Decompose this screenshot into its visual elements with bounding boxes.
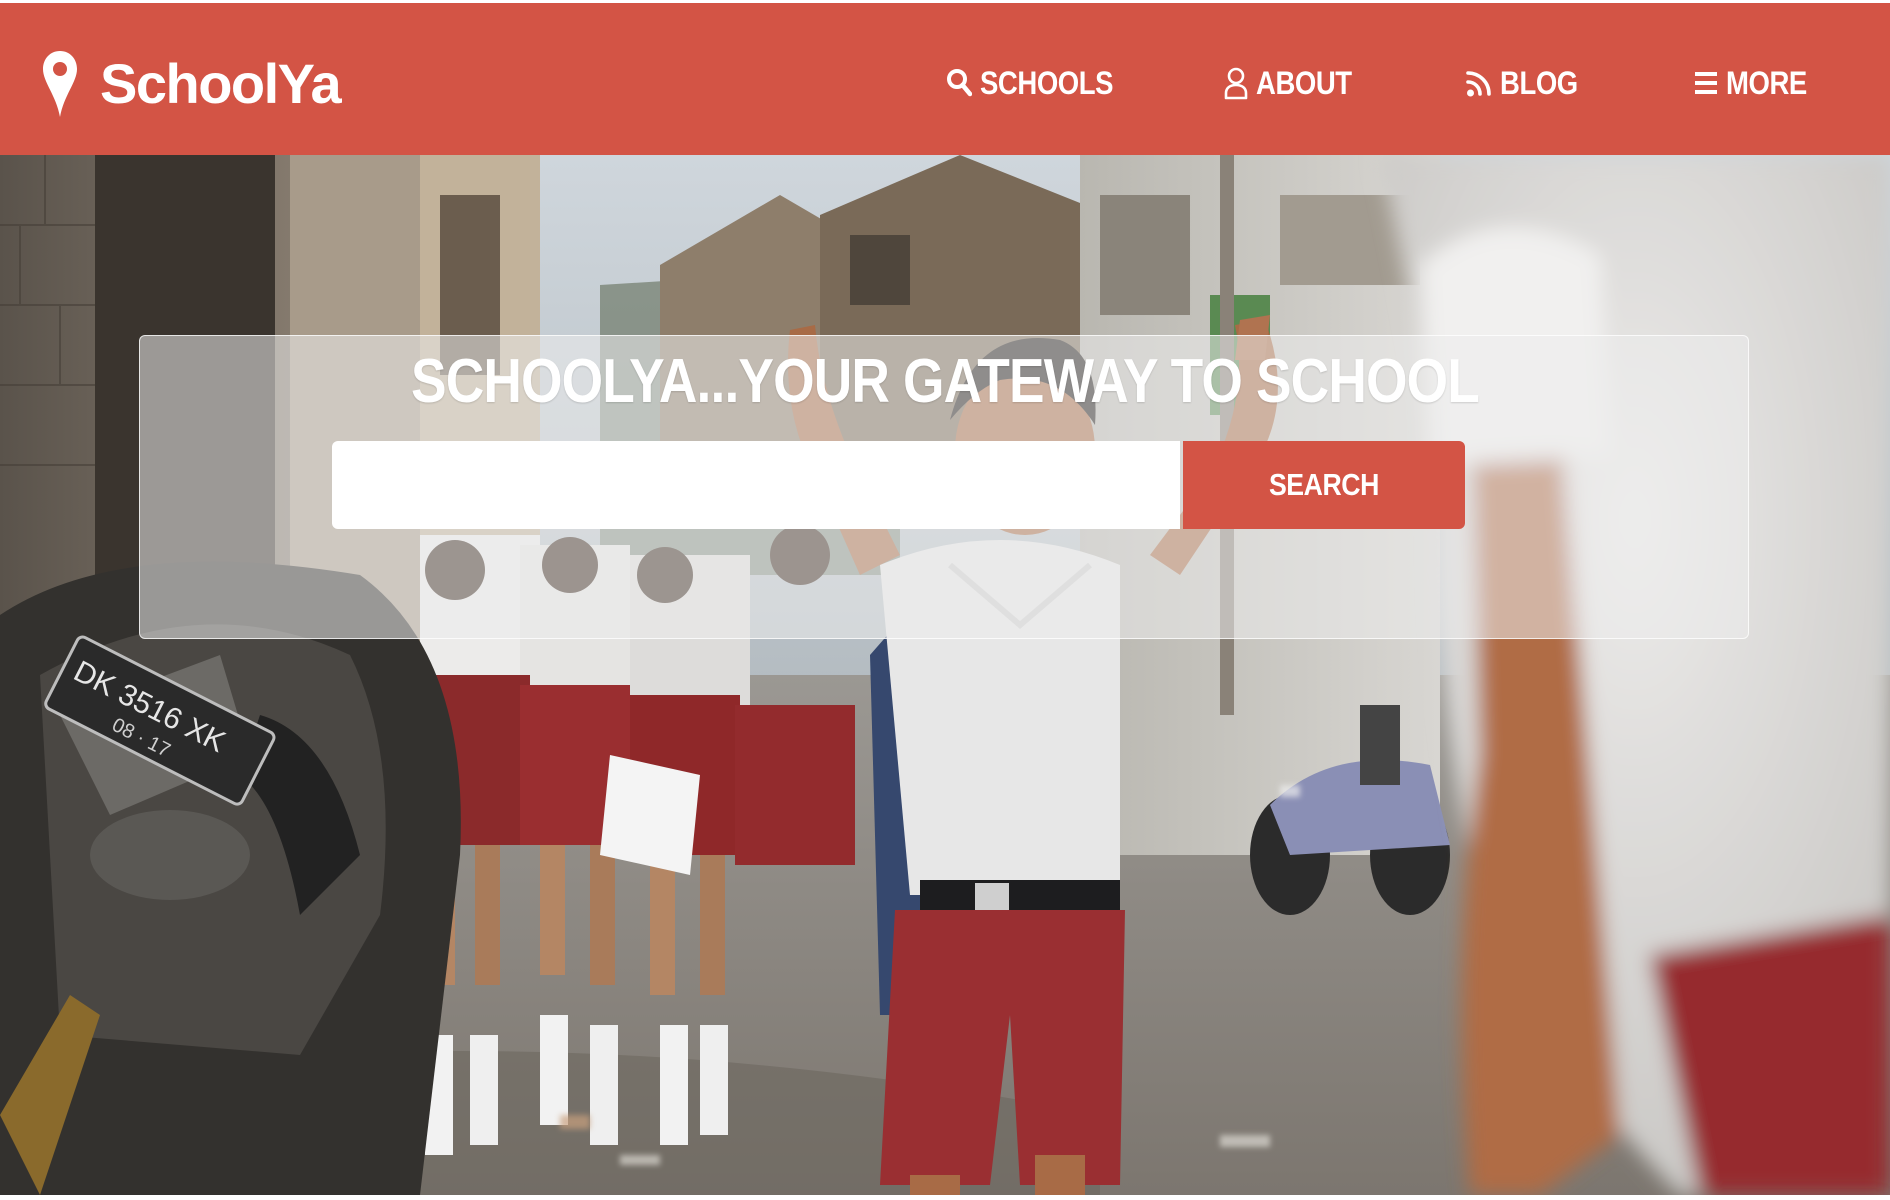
brand-name: SchoolYa	[100, 52, 342, 115]
map-pin-icon	[43, 51, 77, 117]
nav-label-schools: SCHOOLS	[980, 65, 1114, 101]
nav-item-about[interactable]: ABOUT	[1224, 61, 1367, 105]
hero-background-photo: DK 3516 XK 08 · 17	[0, 155, 1890, 1195]
nav-item-more[interactable]: MORE	[1694, 61, 1820, 105]
search-button-label: SEARCH	[1269, 467, 1379, 502]
user-icon	[1224, 67, 1248, 100]
top-navbar: SchoolYa SCHOOLS ABOUT BLOG MORE	[0, 3, 1890, 155]
hero-tagline: SCHOOLYA...YOUR GATEWAY TO SCHOOL	[411, 347, 1480, 416]
search-button[interactable]: SEARCH	[1183, 441, 1465, 529]
nav-item-blog[interactable]: BLOG	[1466, 61, 1590, 105]
nav-label-more: MORE	[1726, 65, 1807, 101]
rss-icon	[1466, 71, 1491, 97]
search-input[interactable]	[332, 441, 1180, 529]
brand-logo-link[interactable]: SchoolYa	[42, 49, 342, 119]
menu-icon	[1695, 72, 1717, 94]
hero-section: DK 3516 XK 08 · 17	[0, 155, 1890, 1195]
page: SchoolYa SCHOOLS ABOUT BLOG MORE DK 3516…	[0, 0, 1890, 1200]
nav-item-schools[interactable]: SCHOOLS	[946, 61, 1135, 105]
search-icon	[947, 69, 972, 97]
nav-label-blog: BLOG	[1500, 65, 1578, 101]
nav-label-about: ABOUT	[1256, 65, 1352, 101]
